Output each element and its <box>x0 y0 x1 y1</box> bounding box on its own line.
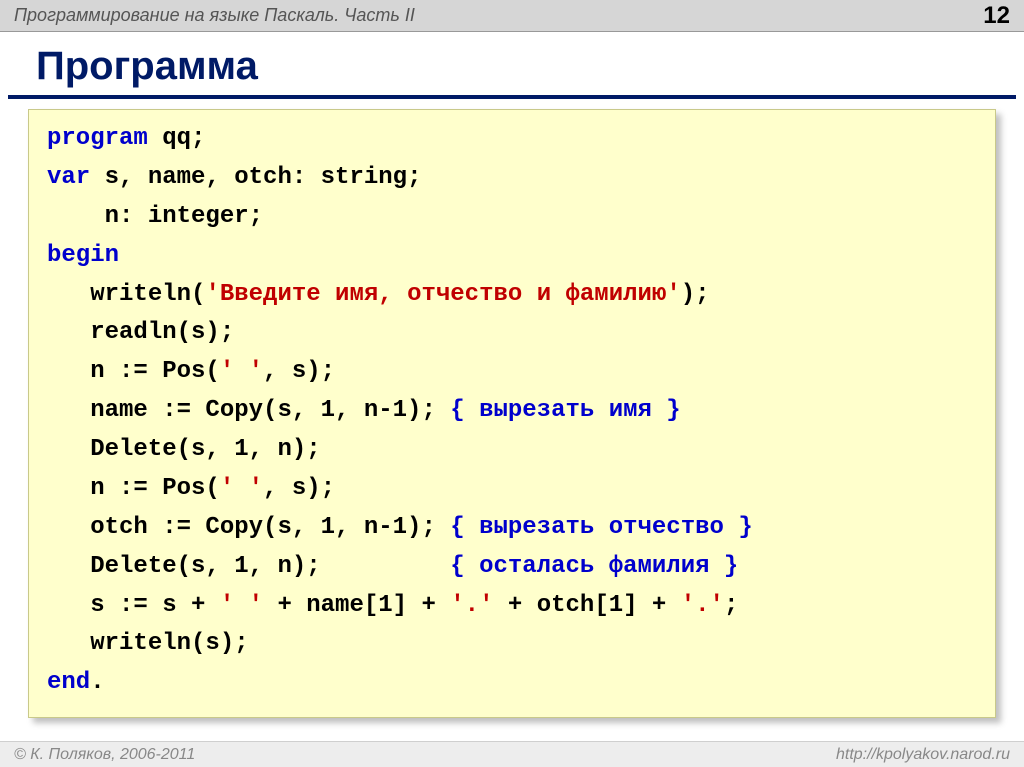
string-literal: ' ' <box>220 592 263 619</box>
code-text: . <box>90 669 104 696</box>
string-literal: ' ' <box>220 475 263 502</box>
page-number: 12 <box>983 2 1010 30</box>
code-text: readln(s); <box>47 319 234 346</box>
string-literal: 'Введите имя, отчество и фамилию' <box>205 281 680 308</box>
code-text: s := s + <box>47 592 220 619</box>
code-text: qq; <box>148 125 206 152</box>
footer-bar: © К. Поляков, 2006-2011 http://kpolyakov… <box>0 741 1024 767</box>
code-text: ; <box>724 592 738 619</box>
footer-url: http://kpolyakov.narod.ru <box>836 746 1010 764</box>
code-text: name := Copy(s, 1, n-1); <box>47 397 450 424</box>
comment: { вырезать имя } <box>450 397 680 424</box>
string-literal: '.' <box>450 592 493 619</box>
header-bar: Программирование на языке Паскаль. Часть… <box>0 0 1024 32</box>
code-text: , s); <box>263 475 335 502</box>
code-text: s, name, otch: string; <box>90 164 421 191</box>
code-text: n: integer; <box>47 203 263 230</box>
header-title: Программирование на языке Паскаль. Часть… <box>14 5 415 26</box>
keyword-program: program <box>47 125 148 152</box>
code-text: writeln( <box>47 281 205 308</box>
keyword-begin: begin <box>47 242 119 269</box>
code-text: + otch[1] + <box>494 592 681 619</box>
comment: { вырезать отчество } <box>450 514 752 541</box>
string-literal: ' ' <box>220 358 263 385</box>
code-text: otch := Copy(s, 1, n-1); <box>47 514 450 541</box>
keyword-var: var <box>47 164 90 191</box>
code-text: Delete(s, 1, n); <box>47 436 321 463</box>
code-text: n := Pos( <box>47 475 220 502</box>
code-text: Delete(s, 1, n); <box>47 553 450 580</box>
slide-heading: Программа <box>8 32 1016 99</box>
code-text: , s); <box>263 358 335 385</box>
code-text: + name[1] + <box>263 592 450 619</box>
code-text: n := Pos( <box>47 358 220 385</box>
code-text: ); <box>681 281 710 308</box>
footer-copyright: © К. Поляков, 2006-2011 <box>14 746 195 764</box>
comment: { осталась фамилия } <box>450 553 738 580</box>
keyword-end: end <box>47 669 90 696</box>
string-literal: '.' <box>681 592 724 619</box>
code-text: writeln(s); <box>47 630 249 657</box>
code-block: program qq; var s, name, otch: string; n… <box>28 109 996 718</box>
